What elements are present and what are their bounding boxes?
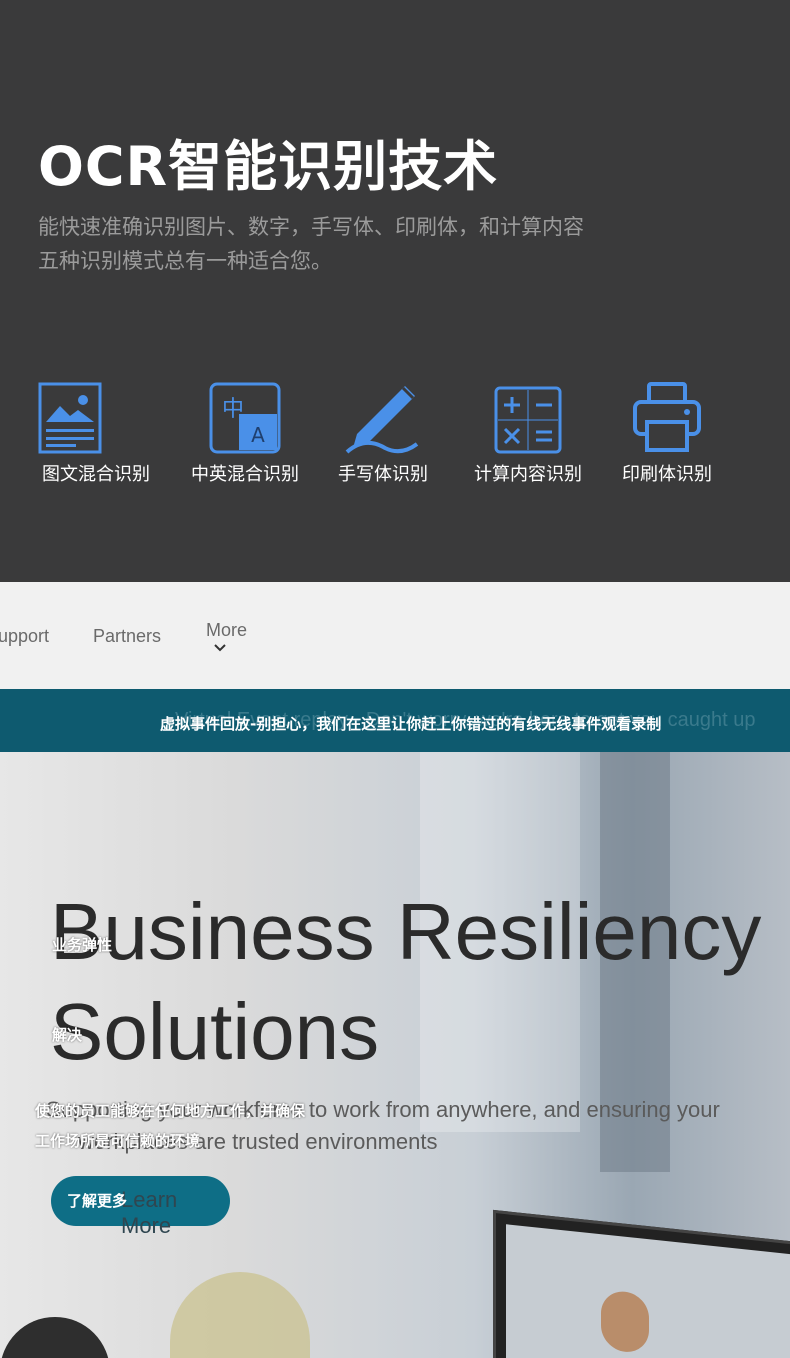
nav-more-label: More: [206, 620, 248, 640]
feature-label: 印刷体识别: [622, 464, 712, 485]
laptop-photo: [493, 1209, 790, 1358]
laptop-screen: [506, 1224, 790, 1358]
learn-more-translation: 了解更多: [67, 1192, 128, 1210]
nav-item-more[interactable]: More: [206, 620, 248, 652]
hero-title-line: Solutions: [50, 987, 380, 1076]
page-title: OCR智能识别技术: [38, 135, 499, 198]
feature-chinese-english[interactable]: 中 A 中英混合识别: [186, 378, 304, 486]
feature-label: 中英混合识别: [191, 464, 299, 485]
video-call-person: [601, 1289, 649, 1355]
feature-label: 计算内容识别: [474, 464, 582, 485]
feature-image-text[interactable]: 图文混合识别: [38, 378, 154, 486]
chinese-english-icon: 中 A: [186, 378, 304, 454]
event-banner[interactable]: Virtual Event replay - Don't worry, we'r…: [0, 689, 790, 752]
translation-sub-2: 工作场所是可信赖的环境: [35, 1132, 201, 1150]
printer-icon: [618, 378, 716, 454]
pen-icon: [334, 378, 432, 454]
lamp-photo: [0, 1317, 110, 1358]
site-nav: upport Partners More: [0, 582, 790, 689]
translation-title-1: 业务弹性: [52, 936, 113, 954]
learn-more-label: Learn More: [121, 1187, 178, 1238]
chevron-down-icon: [214, 644, 226, 652]
feature-label: 手写体识别: [338, 464, 428, 485]
page-subtitle: 能快速准确识别图片、数字，手写体、印刷体，和计算内容 五种识别模式总有一种适合您…: [38, 210, 698, 278]
feature-label: 图文混合识别: [42, 464, 150, 485]
learn-more-button[interactable]: Learn More 了解更多: [51, 1176, 230, 1238]
svg-text:A: A: [251, 423, 265, 447]
nav-item-support[interactable]: upport: [0, 626, 49, 647]
image-text-icon: [38, 378, 154, 454]
intro-section: OCR智能识别技术 能快速准确识别图片、数字，手写体、印刷体，和计算内容 五种识…: [0, 0, 790, 582]
banner-text-translation: 虚拟事件回放-别担心，我们在这里让你赶上你错过的有线无线事件观看录制: [160, 715, 662, 733]
feature-calculation[interactable]: 计算内容识别: [469, 378, 587, 486]
feature-handwriting[interactable]: 手写体识别: [334, 378, 432, 486]
hero-title: Business Resiliency Solutions: [50, 882, 761, 1082]
calculator-icon: [469, 378, 587, 454]
hero-title-line: Business Resiliency: [50, 887, 762, 976]
translation-sub-1: 使您的员工能够在任何地方工作，并确保: [35, 1102, 306, 1120]
example-screenshot: upport Partners More Virtual Event repla…: [0, 582, 790, 1358]
subtitle-line: 能快速准确识别图片、数字，手写体、印刷体，和计算内容: [38, 215, 584, 239]
feature-printed[interactable]: 印刷体识别: [618, 378, 716, 486]
plant-photo: [170, 1272, 310, 1358]
nav-item-partners[interactable]: Partners: [93, 626, 161, 647]
subtitle-line: 五种识别模式总有一种适合您。: [38, 249, 332, 273]
translation-title-2: 解决: [52, 1026, 83, 1044]
